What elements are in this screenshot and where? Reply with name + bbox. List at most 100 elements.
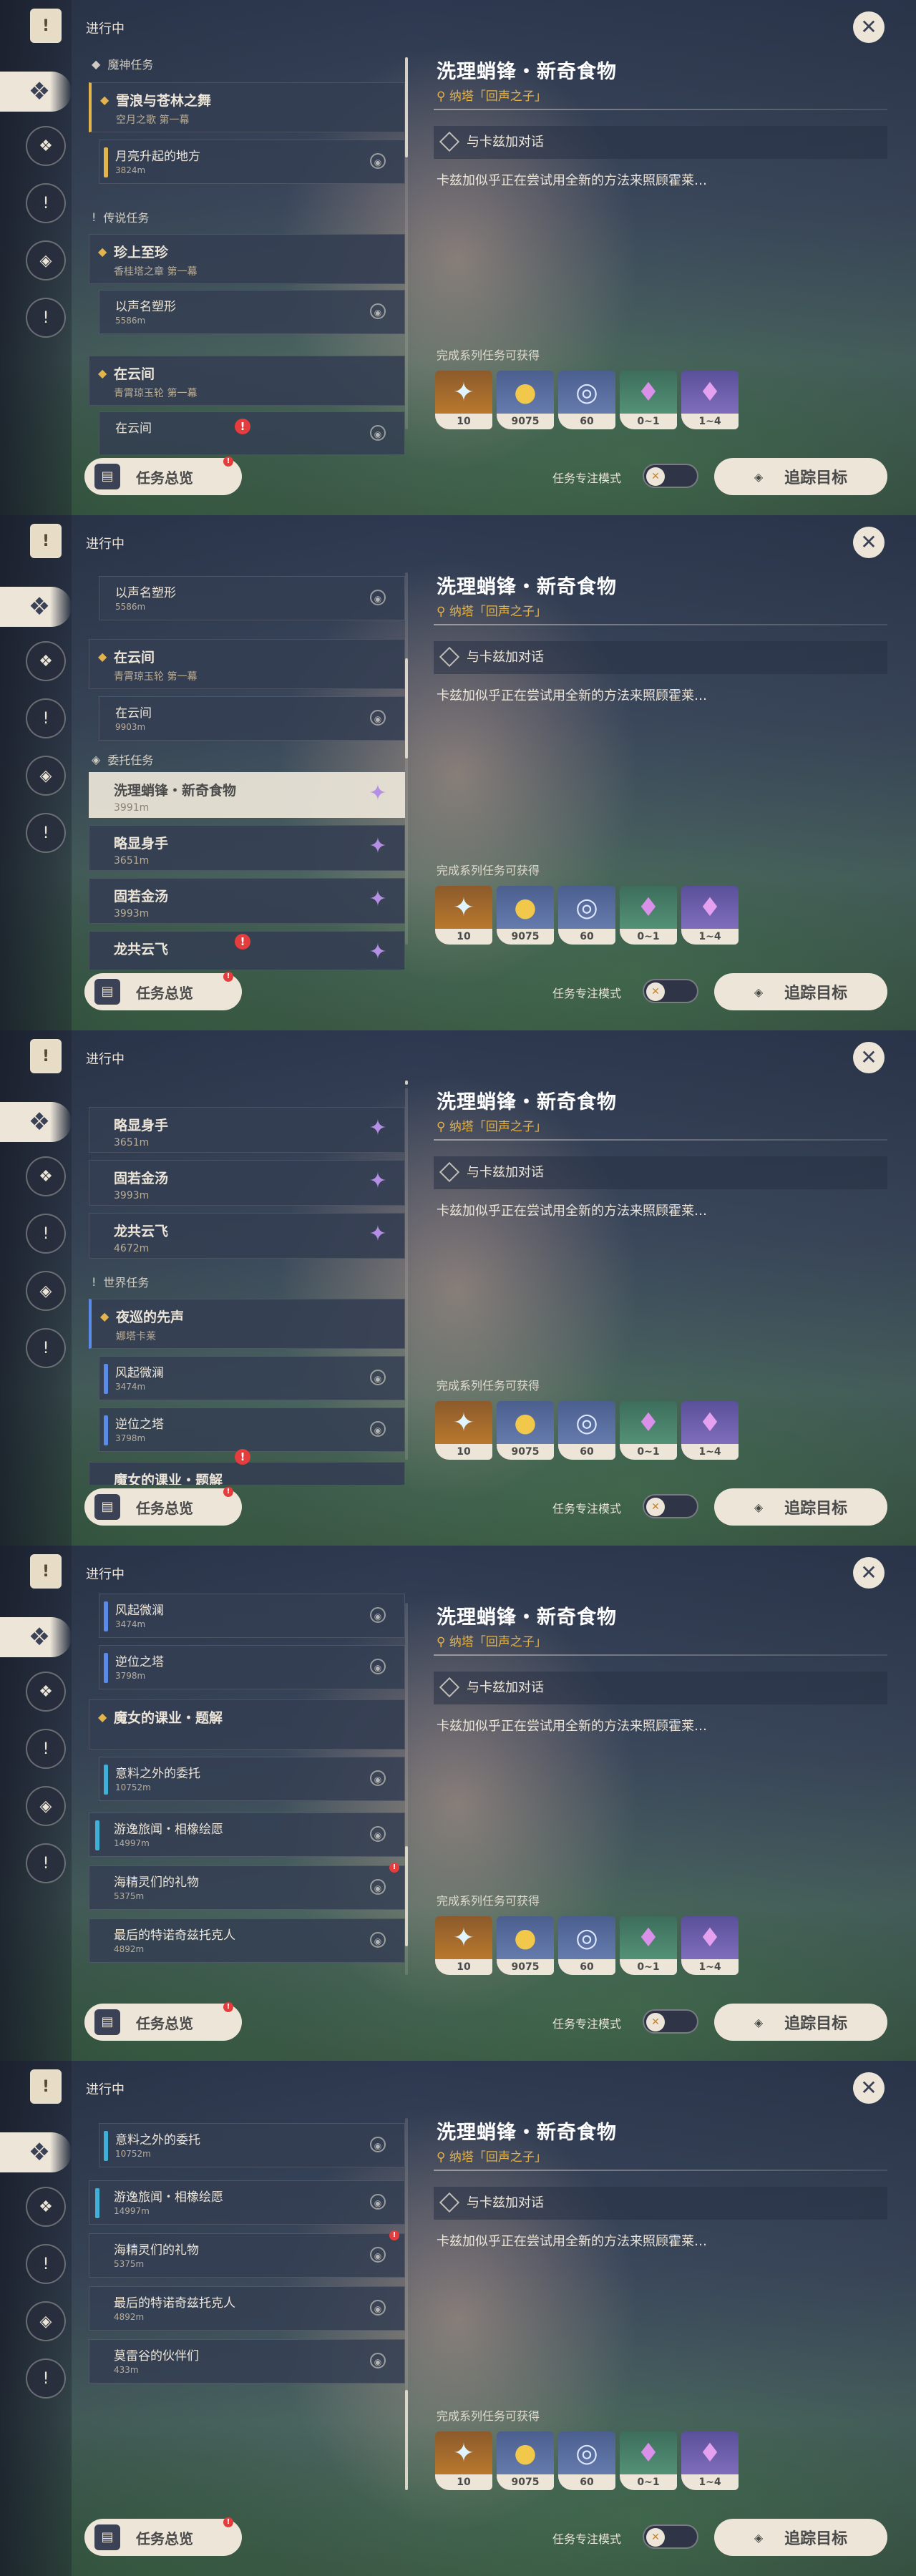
close-button[interactable]: ✕: [853, 527, 885, 558]
rail-tab-story[interactable]: !: [26, 1214, 66, 1254]
quest-book-icon[interactable]: !: [26, 2067, 66, 2107]
rail-tab-story[interactable]: !: [26, 698, 66, 738]
list-scrollbar[interactable]: [405, 572, 408, 945]
reward-item[interactable]: ◎ 60: [558, 886, 615, 945]
quest-card[interactable]: ◆ 在云间 青霄琼玉轮 第一幕: [89, 356, 405, 406]
rail-tab-archon[interactable]: ❖: [26, 1156, 66, 1196]
quest-card[interactable]: 固若金汤 3993m ✦: [89, 878, 405, 924]
track-button[interactable]: ◈ 追踪目标: [714, 2004, 887, 2041]
reward-item[interactable]: ♦ 0~1: [620, 886, 677, 945]
reward-item[interactable]: ♦ 0~1: [620, 1916, 677, 1975]
overview-button[interactable]: ▤ 任务总览: [84, 2004, 242, 2041]
location-pin-icon[interactable]: ◉: [370, 1370, 386, 1385]
focus-mode-toggle[interactable]: ✕: [643, 1494, 698, 1518]
quest-card[interactable]: 海精灵们的礼物 5375m ◉: [89, 1865, 405, 1910]
rail-tab-world[interactable]: !: [26, 1328, 66, 1368]
reward-item[interactable]: ♦ 1~4: [681, 2431, 739, 2490]
quest-card[interactable]: 游逸旅闻・相橡绘愿 14997m ◉: [89, 2180, 405, 2225]
quest-list[interactable]: ◆ 魔神任务 ◆ 雪浪与苍林之舞 空月之歌 第一幕 月亮升起的地方 3824m ◉…: [84, 39, 406, 454]
reward-item[interactable]: ♦ 0~1: [620, 2431, 677, 2490]
reward-item[interactable]: ♦ 0~1: [620, 1401, 677, 1460]
quest-book-icon[interactable]: !: [26, 521, 66, 561]
quest-card[interactable]: ◆ 魔女的课业・题解: [89, 1699, 405, 1750]
scroll-thumb[interactable]: [405, 57, 408, 157]
reward-item[interactable]: ● 9075: [497, 1916, 554, 1975]
quest-step[interactable]: 月亮升起的地方 3824m ◉: [99, 140, 405, 184]
reward-item[interactable]: ✦ 10: [435, 1916, 492, 1975]
close-button[interactable]: ✕: [853, 11, 885, 43]
focus-mode-toggle[interactable]: ✕: [643, 2009, 698, 2034]
reward-item[interactable]: ◎ 60: [558, 1401, 615, 1460]
reward-item[interactable]: ● 9075: [497, 1401, 554, 1460]
location-pin-icon[interactable]: ◉: [370, 1932, 386, 1948]
quest-card[interactable]: 略显身手 3651m ✦: [89, 825, 405, 871]
rail-tab-archon[interactable]: ❖: [26, 1672, 66, 1712]
quest-card[interactable]: 固若金汤 3993m ✦: [89, 1160, 405, 1206]
location-pin-icon[interactable]: ◉: [370, 1826, 386, 1842]
overview-button[interactable]: ▤ 任务总览: [84, 973, 242, 1010]
quest-step[interactable]: 意料之外的委托 10752m ◉: [99, 1757, 405, 1801]
location-pin-icon[interactable]: ◉: [370, 2300, 386, 2316]
reward-item[interactable]: ♦ 1~4: [681, 1916, 739, 1975]
list-scrollbar[interactable]: [405, 1080, 408, 1460]
quest-book-icon[interactable]: !: [26, 6, 66, 46]
quest-step[interactable]: 逆位之塔 3798m ◉: [99, 1645, 405, 1689]
rail-tab-commission[interactable]: ◈: [26, 756, 66, 796]
scroll-thumb[interactable]: [405, 658, 408, 758]
reward-item[interactable]: ♦ 0~1: [620, 371, 677, 429]
close-button[interactable]: ✕: [853, 1042, 885, 1073]
reward-item[interactable]: ◎ 60: [558, 1916, 615, 1975]
reward-item[interactable]: ● 9075: [497, 2431, 554, 2490]
location-pin-icon[interactable]: ◉: [370, 590, 386, 605]
quest-card[interactable]: 最后的特诺奇兹托克人 4892m ◉: [89, 2286, 405, 2331]
rail-tab-world[interactable]: !: [26, 2358, 66, 2399]
location-pin-icon[interactable]: ◉: [370, 425, 386, 441]
quest-card[interactable]: 海精灵们的礼物 5375m ◉: [89, 2233, 405, 2278]
rail-tab-archon[interactable]: ❖: [26, 641, 66, 681]
quest-list[interactable]: 风起微澜 3474m ◉ 逆位之塔 3798m ◉ ◆ 魔女的课业・题解 意料之…: [84, 1585, 406, 2000]
track-button[interactable]: ◈ 追踪目标: [714, 973, 887, 1010]
quest-card-selected[interactable]: 洗理蛸锋・新奇食物 3991m ✦: [89, 772, 405, 818]
reward-item[interactable]: ● 9075: [497, 371, 554, 429]
location-pin-icon[interactable]: ◉: [370, 2247, 386, 2263]
rail-tab-commission[interactable]: ◈: [26, 2301, 66, 2341]
reward-item[interactable]: ◎ 60: [558, 371, 615, 429]
quest-card[interactable]: ◆ 珍上至珍 香桂塔之章 第一幕: [89, 234, 405, 284]
location-pin-icon[interactable]: ◉: [370, 1659, 386, 1674]
track-button[interactable]: ◈ 追踪目标: [714, 458, 887, 495]
rail-tab-commission[interactable]: ◈: [26, 1786, 66, 1826]
quest-step[interactable]: 以声名塑形 5586m ◉: [99, 290, 405, 334]
rail-tab-world[interactable]: !: [26, 1843, 66, 1883]
rail-tab-all[interactable]: ❖: [0, 1617, 72, 1657]
quest-card[interactable]: 略显身手 3651m ✦: [89, 1107, 405, 1153]
rail-tab-story[interactable]: !: [26, 183, 66, 223]
reward-item[interactable]: ✦ 10: [435, 1401, 492, 1460]
list-scrollbar[interactable]: [405, 57, 408, 429]
reward-item[interactable]: ● 9075: [497, 886, 554, 945]
overview-button[interactable]: ▤ 任务总览: [84, 458, 242, 495]
rail-tab-commission[interactable]: ◈: [26, 1271, 66, 1311]
rail-tab-archon[interactable]: ❖: [26, 126, 66, 166]
close-button[interactable]: ✕: [853, 1557, 885, 1589]
location-pin-icon[interactable]: ◉: [370, 303, 386, 319]
location-pin-icon[interactable]: ◉: [370, 1421, 386, 1437]
rail-tab-commission[interactable]: ◈: [26, 240, 66, 280]
quest-step[interactable]: 在云间 9903m ◉: [99, 696, 405, 741]
scroll-thumb[interactable]: [405, 1846, 408, 1946]
quest-card[interactable]: 莫雷谷的伙伴们 433m ◉: [89, 2339, 405, 2384]
quest-book-icon[interactable]: !: [26, 1036, 66, 1076]
quest-card[interactable]: ◆ 在云间 青霄琼玉轮 第一幕: [89, 639, 405, 689]
rail-tab-all[interactable]: ❖: [0, 2132, 72, 2172]
location-pin-icon[interactable]: ◉: [370, 1770, 386, 1786]
quest-card[interactable]: 魔女的课业・题解: [89, 1462, 405, 1485]
location-pin-icon[interactable]: ◉: [370, 2353, 386, 2368]
quest-card[interactable]: 游逸旅闻・相橡绘愿 14997m ◉: [89, 1813, 405, 1857]
rail-tab-all[interactable]: ❖: [0, 587, 72, 627]
focus-mode-toggle[interactable]: ✕: [643, 464, 698, 488]
rail-tab-archon[interactable]: ❖: [26, 2187, 66, 2227]
quest-card[interactable]: ◆ 雪浪与苍林之舞 空月之歌 第一幕: [89, 82, 405, 132]
overview-button[interactable]: ▤ 任务总览: [84, 1488, 242, 1526]
quest-list[interactable]: 意料之外的委托 10752m ◉ 游逸旅闻・相橡绘愿 14997m ◉ 海精灵们…: [84, 2100, 406, 2515]
quest-list[interactable]: 以声名塑形 5586m ◉ ◆ 在云间 青霄琼玉轮 第一幕 在云间 9903m …: [84, 555, 406, 970]
scroll-thumb[interactable]: [405, 1080, 408, 1085]
